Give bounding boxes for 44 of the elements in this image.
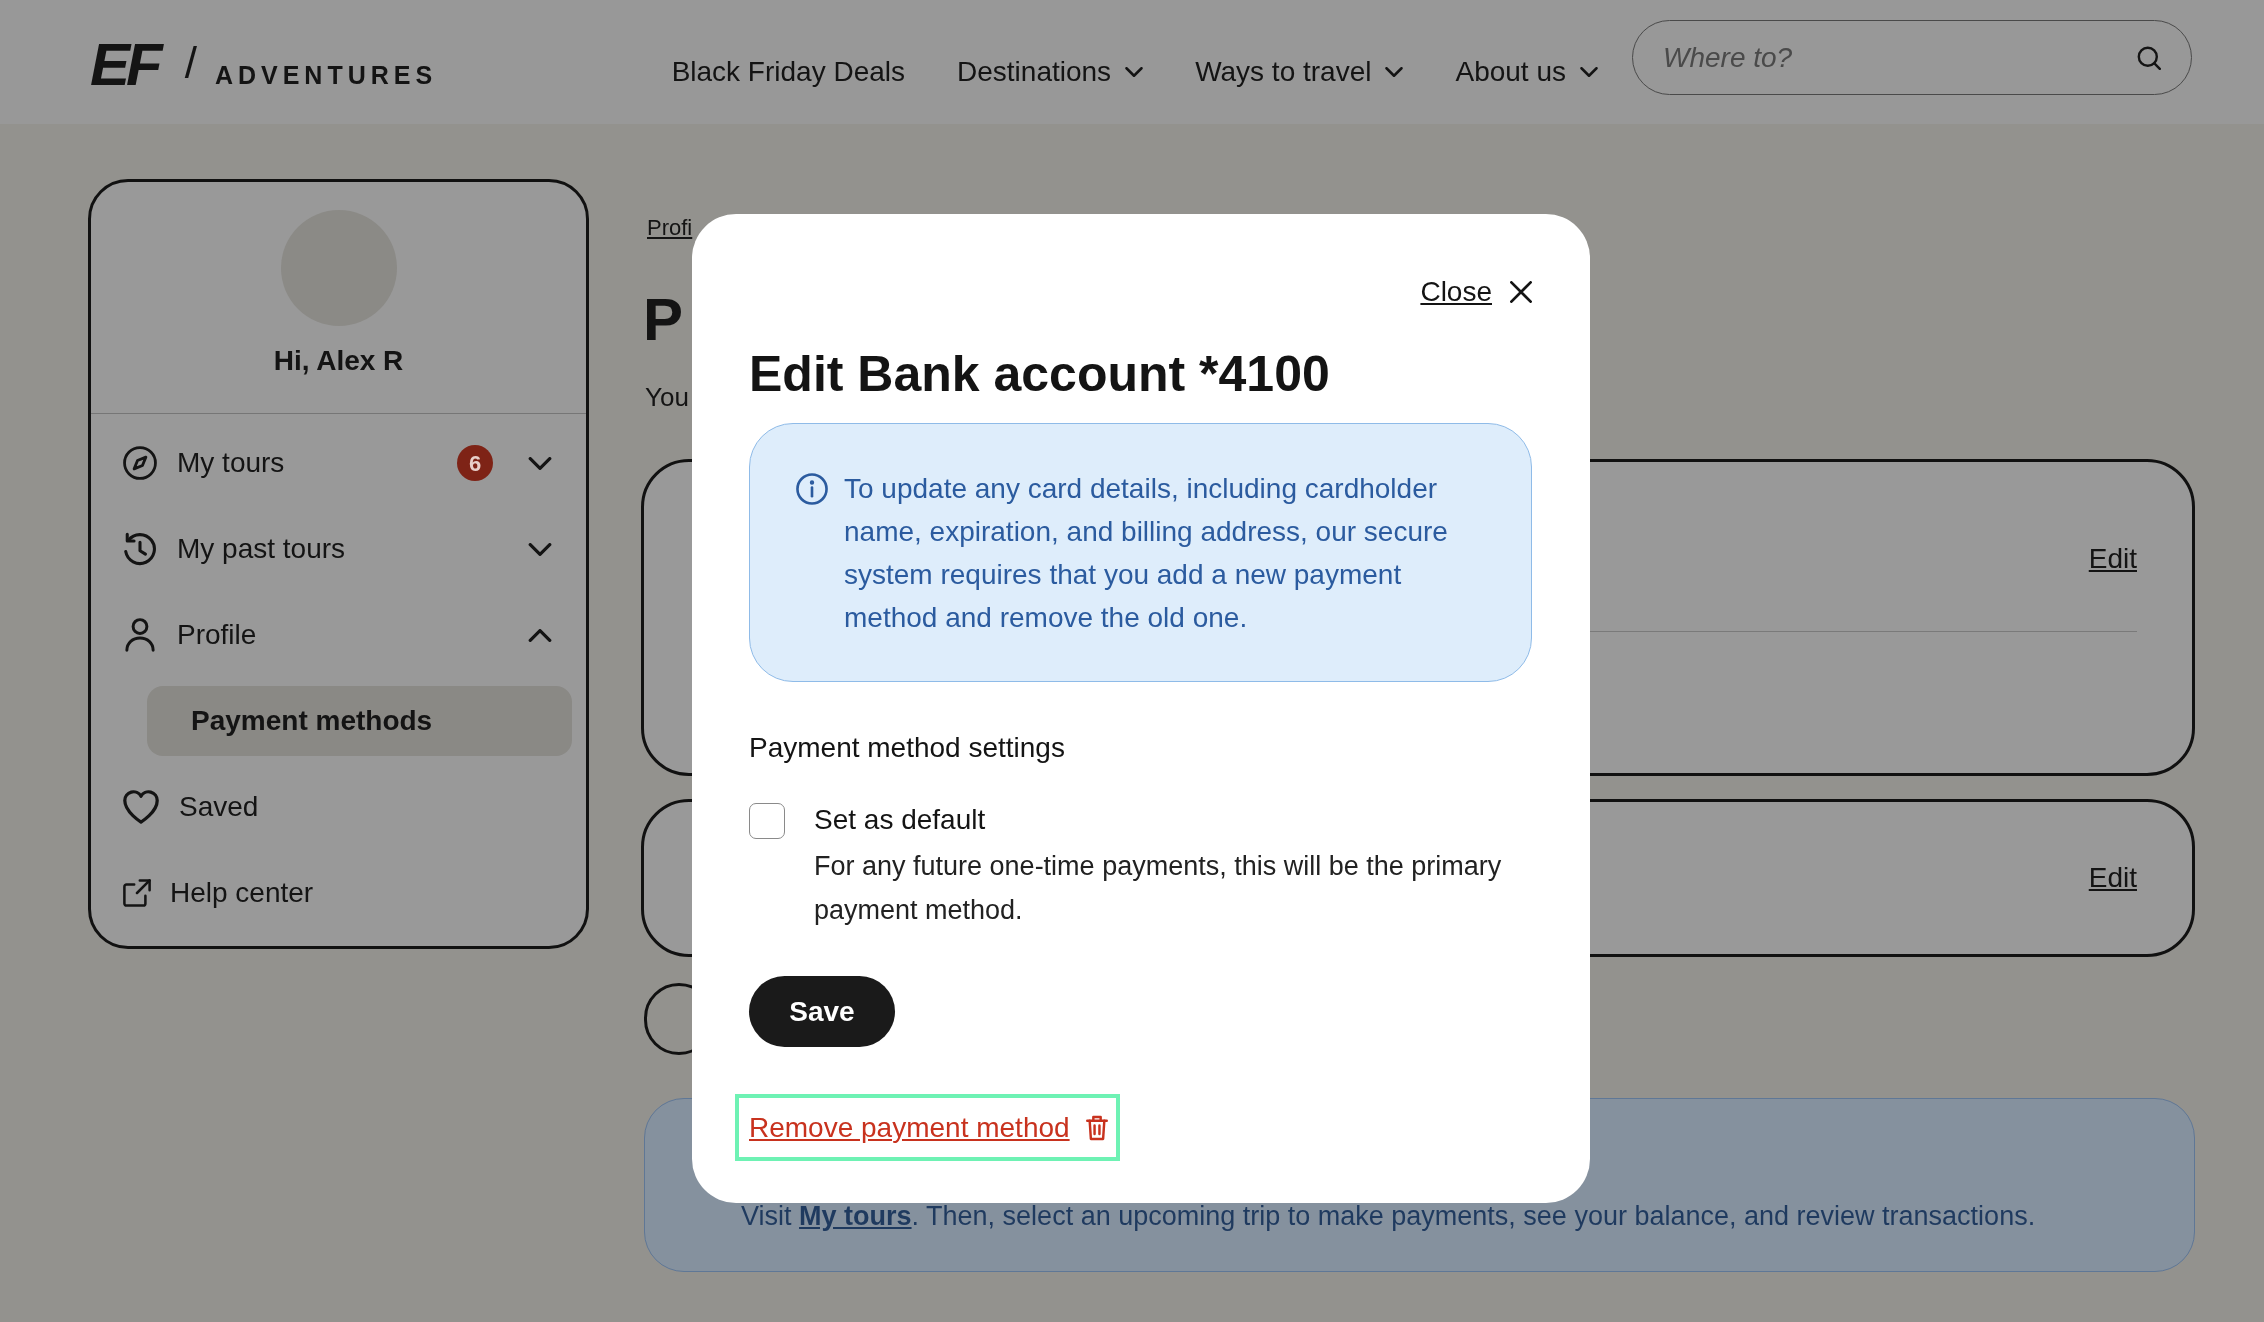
menu-item[interactable]: My tours bbox=[123, 443, 285, 483]
submenu-item[interactable]: Payment methods bbox=[147, 686, 572, 756]
menu-item[interactable]: Profile bbox=[123, 615, 257, 655]
chevron-down-icon[interactable] bbox=[528, 542, 552, 556]
brand-name[interactable]: ADVENTURES bbox=[214, 60, 438, 90]
nav-link[interactable]: About us bbox=[1455, 52, 1598, 92]
search-field[interactable]: Where to? bbox=[1632, 20, 2192, 95]
edit-link[interactable]: Edit bbox=[2088, 539, 2137, 579]
info-icon bbox=[796, 473, 828, 505]
nav-link[interactable]: Black Friday Deals bbox=[671, 52, 906, 92]
logo-mark[interactable]: EF bbox=[90, 38, 159, 92]
notice-link[interactable]: My tours bbox=[799, 1201, 912, 1231]
notice-text: Visit My tours. Then, select an upcoming trip to make payments, see your balance, and review transactions. bbox=[741, 1200, 2037, 1233]
option-description: For any future one-time payments, this will be the primary payment method. bbox=[814, 850, 1503, 927]
menu-item[interactable]: Help center bbox=[123, 873, 314, 913]
nav-link[interactable]: Ways to travel bbox=[1195, 52, 1404, 92]
breadcrumb-link[interactable]: Profi bbox=[647, 213, 693, 243]
greeting: Hi, Alex R bbox=[272, 344, 405, 378]
chevron-up-icon[interactable] bbox=[528, 628, 552, 642]
search-icon[interactable] bbox=[2137, 46, 2161, 70]
intro-text: You bbox=[645, 381, 689, 414]
compass-icon bbox=[123, 446, 157, 480]
chevron-down-icon[interactable] bbox=[528, 456, 552, 470]
save-button[interactable]: Save bbox=[749, 976, 895, 1047]
nav-link[interactable]: Destinations bbox=[957, 52, 1144, 92]
menu-item[interactable]: Saved bbox=[123, 787, 259, 827]
option-label: Set as default bbox=[814, 803, 987, 837]
page-heading: P bbox=[643, 285, 684, 355]
close-button[interactable]: Close bbox=[1420, 272, 1532, 312]
remove-link[interactable]: Remove payment method bbox=[749, 1107, 1108, 1148]
count-badge: 6 bbox=[457, 445, 493, 481]
menu-item[interactable]: My past tours bbox=[123, 529, 346, 569]
section-title: Payment method settings bbox=[749, 731, 1065, 765]
edit-link[interactable]: Edit bbox=[2088, 858, 2137, 898]
close-icon[interactable] bbox=[1510, 281, 1532, 303]
external-link-icon bbox=[123, 879, 151, 907]
history-icon bbox=[123, 532, 157, 566]
logo-separator: / bbox=[184, 38, 197, 88]
info-message: To update any card details, including cardholder name, expiration, and billing address, our secure system requires that you add a new payment method and remove the old one. bbox=[844, 472, 1449, 635]
checkbox[interactable] bbox=[749, 803, 785, 839]
modal-title: Edit Bank account *4100 bbox=[749, 345, 1330, 404]
person-icon bbox=[125, 618, 155, 652]
trash-icon[interactable] bbox=[1085, 1114, 1108, 1141]
heart-icon bbox=[123, 790, 159, 824]
